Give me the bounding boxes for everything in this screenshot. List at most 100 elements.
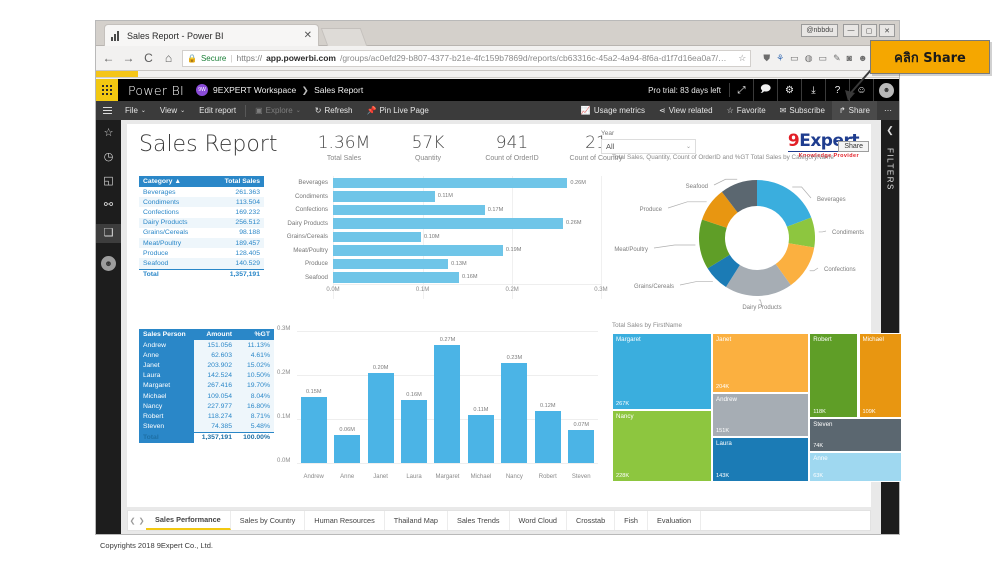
back-icon[interactable]: ← [102, 52, 115, 64]
pencil-extension-icon[interactable]: ✎ [833, 53, 841, 63]
new-tab-button[interactable] [320, 28, 368, 46]
workspace-current-avatar[interactable]: ☻ [101, 256, 116, 271]
face-extension-icon[interactable]: ☻ [858, 53, 867, 63]
explore-menu[interactable]: ▣ Explore ⌄ [248, 101, 308, 120]
table-row[interactable]: Laura 142.524 10.50% [139, 370, 274, 381]
workspaces-icon[interactable]: ❑ [96, 224, 121, 243]
recent-icon[interactable]: ◷ [104, 152, 114, 163]
refresh-button[interactable]: ↻ Refresh [308, 101, 360, 120]
maximize-button[interactable]: ▢ [861, 24, 877, 37]
column-header-pct-gt[interactable]: %GT [235, 329, 274, 340]
column-header-total-sales[interactable]: Total Sales [207, 176, 264, 187]
favorite-button[interactable]: ☆ Favorite [720, 101, 773, 120]
minimize-button[interactable]: — [843, 24, 859, 37]
browser-profile-chip[interactable]: @nbbdu [801, 24, 838, 37]
bar-fill[interactable] [333, 258, 449, 269]
table-row[interactable]: Robert 118.274 8.71% [139, 411, 274, 422]
column-bar-wrap[interactable]: 0.16M [401, 331, 428, 463]
help-icon[interactable]: ? [826, 79, 850, 101]
column-header-amount[interactable]: Amount [194, 329, 236, 340]
column-bar[interactable] [501, 362, 528, 463]
bar-fill[interactable] [333, 231, 422, 242]
treemap-tile[interactable]: Margaret 267K [612, 333, 713, 411]
subscribe-button[interactable]: ✉ Subscribe [773, 101, 832, 120]
bar-chart-row[interactable]: Grains/Cereals 0.10M [277, 230, 602, 244]
column-bar-wrap[interactable]: 0.07M [568, 331, 595, 463]
favorites-icon[interactable]: ☆ [104, 128, 114, 139]
treemap-tile[interactable]: Anne 63K [809, 452, 902, 482]
treemap-tile[interactable]: Robert 118K [809, 333, 859, 418]
home-icon[interactable]: ⌂ [162, 52, 175, 64]
page-tab-evaluation[interactable]: Evaluation [648, 511, 702, 530]
page-tab-crosstab[interactable]: Crosstab [567, 511, 616, 530]
fullscreen-icon[interactable]: ⤢ [730, 79, 754, 101]
table-row[interactable]: Dairy Products 256.512 [139, 217, 264, 228]
total-sales-by-person-column-chart[interactable]: 0.3M 0.2M 0.1M 0.0M 0.15M 0.06M 0.20M 0.16M… [277, 322, 602, 482]
page-tab-word-cloud[interactable]: Word Cloud [510, 511, 567, 530]
html5-extension-icon[interactable]: ⛊ [763, 53, 770, 63]
page-tab-sales-by-country[interactable]: Sales by Country [231, 511, 306, 530]
bar-chart-row[interactable]: Confections 0.17M [277, 203, 602, 217]
total-sales-by-firstname-treemap[interactable]: Total Sales by FirstName Margaret 267K Nan… [612, 322, 902, 482]
forward-icon[interactable]: → [122, 52, 135, 64]
bar-chart-row[interactable]: Dairy Products 0.26M [277, 217, 602, 231]
download-icon[interactable]: ⤓ [802, 79, 826, 101]
table-row[interactable]: Meat/Poultry 189.457 [139, 237, 264, 249]
column-bar-wrap[interactable]: 0.23M [501, 331, 528, 463]
category-total-sales-table[interactable]: Category ▲ Total Sales Beverages 261.363 … [139, 176, 264, 280]
page-tab-fish[interactable]: Fish [615, 511, 648, 530]
smiley-feedback-icon[interactable]: ☺ [850, 79, 874, 101]
table-row[interactable]: Anne 62.603 4.61% [139, 350, 274, 361]
usage-metrics-button[interactable]: 📈 Usage metrics [574, 101, 652, 120]
treemap-tile[interactable]: Steven 74K [809, 417, 902, 453]
table-row[interactable]: Confections 169.232 [139, 207, 264, 217]
ruler-extension-icon[interactable]: ▭ [790, 53, 799, 63]
kpi-card-total-sales[interactable]: 1.36M Total Sales [302, 134, 386, 162]
donut-slice[interactable] [757, 180, 812, 227]
shared-with-me-icon[interactable]: ⚯ [104, 200, 113, 211]
bar-fill[interactable] [333, 272, 459, 283]
table-row[interactable]: Beverages 261.363 [139, 187, 264, 197]
analytics-extension-icon[interactable]: ⚘ [776, 53, 784, 63]
breadcrumb-workspace[interactable]: 9EXPERT Workspace [213, 85, 296, 95]
column-header-category[interactable]: Category ▲ [139, 176, 208, 187]
kpi-card-count-orderid[interactable]: 941 Count of OrderID [470, 134, 554, 162]
column-bar-wrap[interactable]: 0.20M [367, 331, 394, 463]
page-tabs-next[interactable]: ❯ [137, 511, 146, 530]
bar-fill[interactable] [333, 191, 435, 202]
bar-fill[interactable] [333, 218, 563, 229]
column-bar-wrap[interactable]: 0.12M [534, 331, 561, 463]
treemap-tile[interactable]: Laura 143K [712, 437, 810, 482]
column-bar-wrap[interactable]: 0.06M [334, 331, 361, 463]
table-row[interactable]: Andrew 151.056 11.13% [139, 340, 274, 351]
breadcrumb-report[interactable]: Sales Report [314, 85, 363, 95]
view-related-button[interactable]: ⋖ View related [652, 101, 720, 120]
column-bar[interactable] [367, 373, 394, 463]
column-header-sales-person[interactable]: Sales Person [139, 329, 195, 340]
reload-icon[interactable]: C [142, 52, 155, 64]
pin-live-page-button[interactable]: 📌 Pin Live Page [360, 101, 436, 120]
page-tabs-prev[interactable]: ❮ [128, 511, 137, 530]
address-bar[interactable]: 🔒 Secure | https:// app.powerbi.com /gro… [182, 49, 752, 67]
table-row[interactable]: Margaret 267.416 19.70% [139, 380, 274, 391]
table-row[interactable]: Seafood 140.529 [139, 258, 264, 269]
salesperson-table[interactable]: Sales Person Amount %GT Andrew 151.056 11.… [139, 329, 274, 443]
bar-chart-row[interactable]: Beverages 0.26M [277, 176, 602, 190]
feedback-icon[interactable]: 🗩 [754, 79, 778, 101]
column-bar-wrap[interactable]: 0.15M [300, 331, 327, 463]
category-donut-chart[interactable]: Total Sales, Quantity, Count of OrderID … [612, 154, 902, 314]
camera-extension-icon[interactable]: ◙ [847, 53, 852, 63]
bar-chart-row[interactable]: Meat/Poultry 0.19M [277, 244, 602, 258]
total-sales-by-category-bar-chart[interactable]: Beverages 0.26M Condiments 0.11M Confections… [277, 176, 608, 311]
treemap-tile[interactable]: Nancy 228K [612, 410, 713, 482]
table-row[interactable]: Steven 74.385 5.48% [139, 421, 274, 433]
window-close-button[interactable]: ✕ [879, 24, 895, 37]
year-slicer[interactable]: Year All ⌄ [601, 130, 696, 154]
edit-report-button[interactable]: Edit report [192, 101, 243, 120]
table-row[interactable]: Michael 109.054 8.04% [139, 390, 274, 402]
bar-chart-row[interactable]: Seafood 0.16M [277, 271, 602, 285]
column-bar-wrap[interactable]: 0.11M [467, 331, 494, 463]
kpi-card-quantity[interactable]: 57K Quantity [386, 134, 470, 162]
collapse-filters-icon[interactable]: ❮ [886, 125, 894, 136]
powerbi-logo[interactable]: Power BI [128, 83, 184, 98]
